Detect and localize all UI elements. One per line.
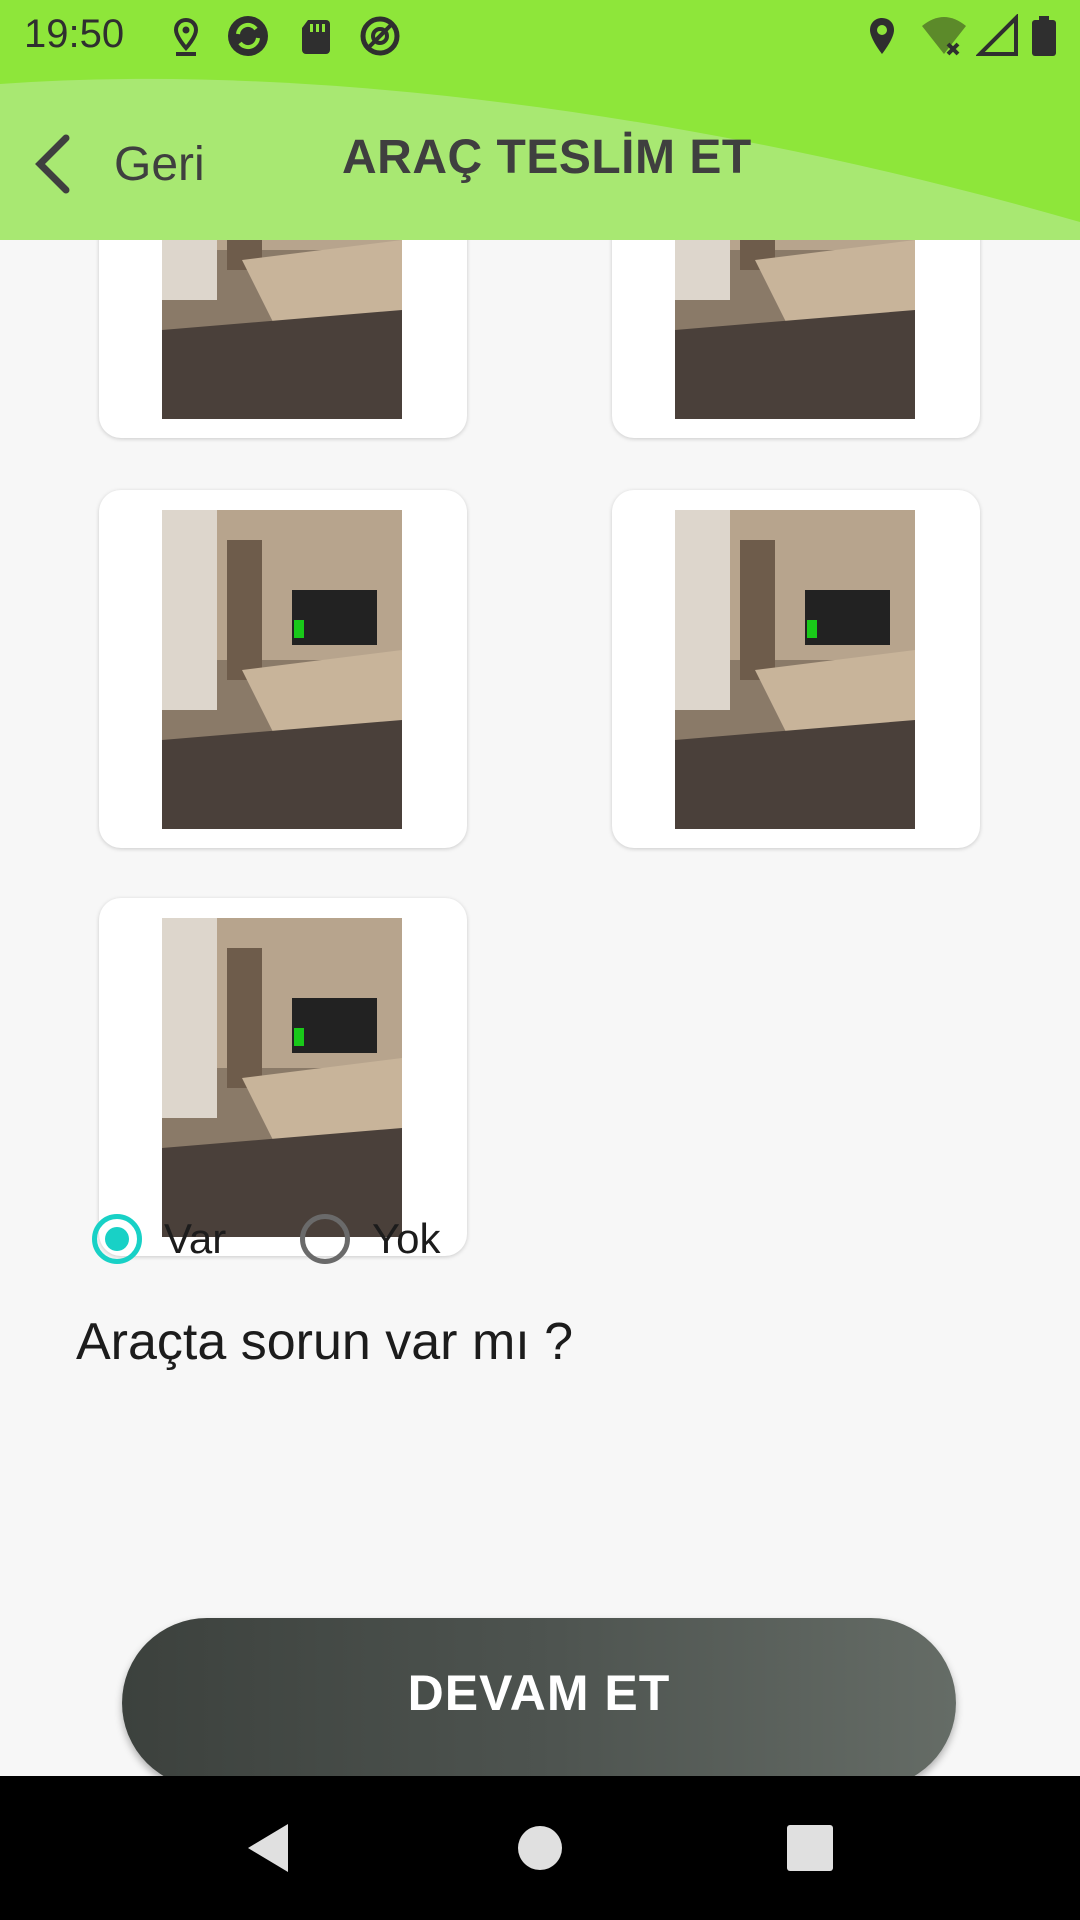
main-content: Araçta sorun var mı ? Var Yok DEVAM ET: [0, 240, 1080, 1776]
radio-option-var[interactable]: Var: [92, 1204, 226, 1274]
back-button[interactable]: Geri: [30, 124, 270, 204]
nav-back-icon[interactable]: [240, 1818, 300, 1878]
photo-card[interactable]: [99, 490, 467, 848]
signal-icon: [976, 14, 1018, 56]
location-icon: [173, 17, 199, 56]
status-time: 19:50: [24, 12, 125, 56]
status-bar: 19:50: [0, 0, 1080, 72]
location-icon: [870, 18, 894, 54]
radio-label-var: Var: [164, 1215, 227, 1262]
photo-card[interactable]: [612, 240, 980, 438]
chevron-left-icon: [35, 134, 70, 194]
nav-home-icon[interactable]: [510, 1818, 570, 1878]
room-photo-thumbnail: [162, 918, 402, 1237]
radio-button-yok[interactable]: [300, 1214, 350, 1264]
battery-icon: [1032, 16, 1056, 56]
radio-option-yok[interactable]: Yok: [300, 1204, 441, 1274]
room-photo-thumbnail: [162, 240, 402, 419]
room-photo-thumbnail: [675, 240, 915, 419]
problem-question: Araçta sorun var mı ?: [76, 1313, 574, 1371]
page-title: ARAÇ TESLİM ET: [342, 131, 752, 184]
no-disturb-icon: [360, 16, 400, 56]
radio-button-var[interactable]: [92, 1214, 142, 1264]
photo-card[interactable]: [612, 490, 980, 848]
sd-card-icon: [302, 20, 330, 54]
back-label: Geri: [114, 137, 205, 191]
system-nav-bar: [0, 1776, 1080, 1920]
wifi-icon: [922, 17, 966, 56]
photo-card[interactable]: [99, 898, 467, 1256]
sync-icon: [228, 16, 268, 56]
radio-label-yok: Yok: [372, 1215, 441, 1262]
continue-button[interactable]: DEVAM ET: [122, 1618, 956, 1776]
app-header: Geri ARAÇ TESLİM ET: [0, 72, 1080, 240]
photo-card[interactable]: [99, 240, 467, 438]
nav-recents-icon[interactable]: [780, 1818, 840, 1878]
room-photo-thumbnail: [162, 510, 402, 829]
room-photo-thumbnail: [675, 510, 915, 829]
